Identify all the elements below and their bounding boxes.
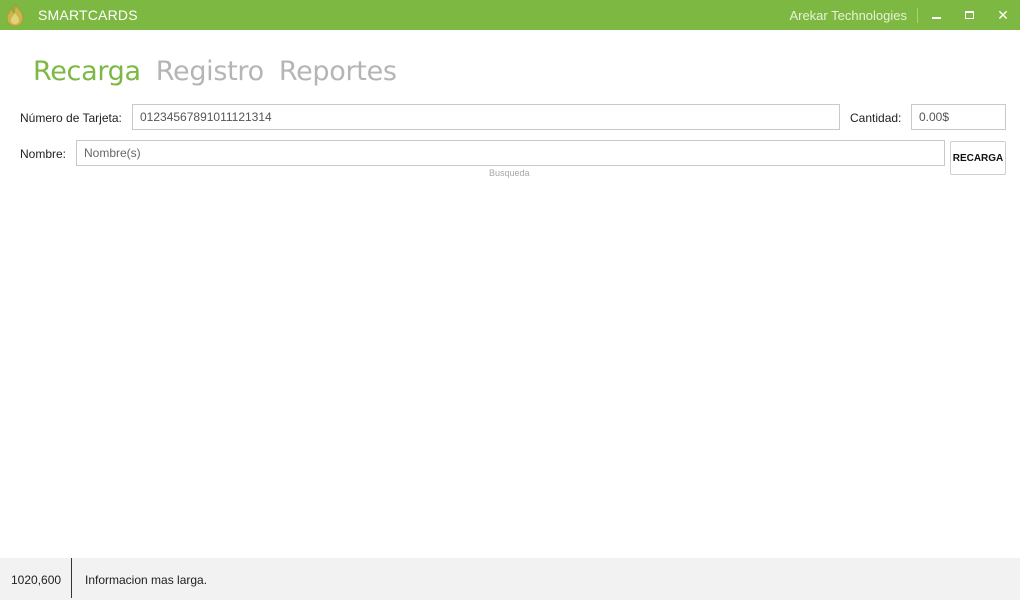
status-message: Informacion mas larga. [85,573,208,587]
close-button[interactable]: ✕ [987,0,1019,30]
tab-recarga[interactable]: Recarga [33,55,141,89]
status-window-size: 1020,600 [11,573,62,587]
status-bar: 1020,600 Informacion mas larga. [0,558,1020,600]
card-number-label: Número de Tarjeta: [20,111,122,125]
app-logo-icon [6,3,24,27]
minimize-icon [931,17,941,19]
app-window: SMARTCARDS Arekar Technologies ✕ Recarga… [0,0,1020,600]
maximize-icon [964,11,974,19]
name-search-input[interactable] [76,140,945,166]
close-icon: ✕ [997,7,1009,23]
title-bar[interactable]: SMARTCARDS Arekar Technologies ✕ [0,0,1020,30]
name-label: Nombre: [20,147,67,161]
title-separator [917,8,918,23]
status-divider [71,558,72,598]
main-tabs: Recarga Registro Reportes [33,55,397,89]
quantity-label: Cantidad: [850,111,902,125]
company-name: Arekar Technologies [789,8,907,23]
recharge-button[interactable]: RECARGA [950,141,1006,175]
tab-reportes[interactable]: Reportes [279,55,397,89]
card-number-input[interactable] [132,104,840,130]
search-hint: Busqueda [489,168,530,178]
maximize-button[interactable] [953,0,985,30]
quantity-input[interactable] [911,104,1006,130]
app-title: SMARTCARDS [38,7,138,23]
tab-registro[interactable]: Registro [156,55,264,89]
minimize-button[interactable] [920,0,952,30]
